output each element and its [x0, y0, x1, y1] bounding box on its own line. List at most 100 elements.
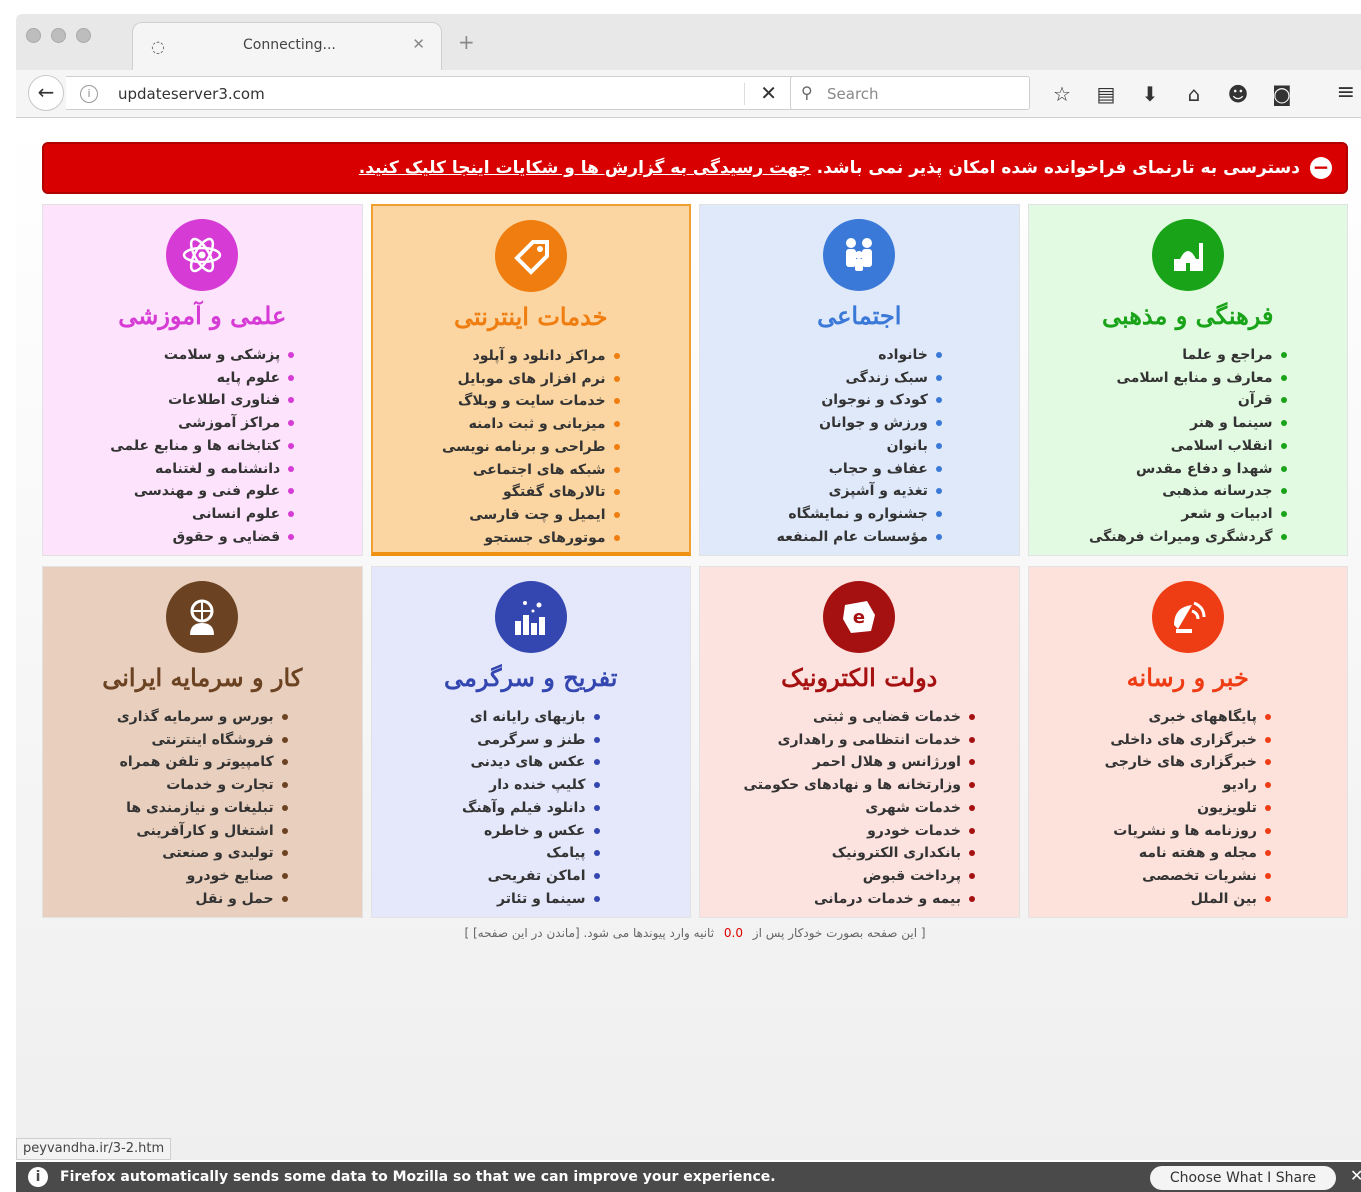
category-card[interactable]: اجتماعی خانواده سبک زندگی کودک و نوجوان ورزش…: [699, 204, 1020, 556]
category-link-label[interactable]: کتابخانه ها و منابع علمی: [110, 438, 280, 454]
category-title[interactable]: خبر و رسانه: [1029, 663, 1348, 692]
choose-what-i-share-button[interactable]: Choose What I Share: [1150, 1166, 1336, 1190]
category-link-label[interactable]: طنز و سرگرمی: [477, 732, 585, 748]
category-link-label[interactable]: قضایی و حقوق: [173, 529, 281, 545]
category-link[interactable]: کامپیوتر و تلفن همراه: [117, 751, 288, 774]
new-tab-icon[interactable]: +: [458, 30, 475, 54]
category-link[interactable]: خدمات سایت و وبلاگ: [442, 390, 620, 413]
search-placeholder[interactable]: Search: [827, 85, 879, 103]
category-link-label[interactable]: خدمات خودرو: [867, 823, 961, 839]
category-link[interactable]: جدرسانه مذهبی: [1089, 480, 1287, 503]
atom-icon[interactable]: [166, 219, 239, 291]
category-link-label[interactable]: خدمات سایت و وبلاگ: [458, 393, 606, 409]
category-link-label[interactable]: کامپیوتر و تلفن همراه: [120, 754, 274, 770]
category-link[interactable]: بیمه و خدمات درمانی: [744, 888, 975, 911]
category-link[interactable]: موتورهای جستجو: [442, 527, 620, 550]
category-link-label[interactable]: تلویزیون: [1197, 800, 1257, 816]
category-link[interactable]: حمل و نقل: [117, 888, 288, 911]
category-link[interactable]: اورژانس و هلال احمر: [744, 751, 975, 774]
hamburger-menu-icon[interactable]: ≡: [1337, 80, 1355, 105]
category-link[interactable]: بورس و سرمایه گذاری: [117, 706, 288, 729]
category-link-label[interactable]: دانشنامه و لغتنامه: [155, 461, 280, 477]
browser-tab[interactable]: ◌ Connecting... ✕: [132, 22, 442, 70]
category-link[interactable]: خبرگزاری های داخلی: [1105, 729, 1271, 752]
category-link[interactable]: خانواده: [777, 344, 942, 367]
category-link[interactable]: علوم پایه: [110, 367, 295, 390]
category-link[interactable]: خدمات شهری: [744, 797, 975, 820]
category-link[interactable]: بانوان: [777, 435, 942, 458]
category-link[interactable]: تولیدی و صنعتی: [117, 842, 288, 865]
category-link[interactable]: قرآن: [1089, 389, 1287, 412]
category-link[interactable]: مؤسسات عام المنفعه: [777, 526, 942, 549]
category-link[interactable]: سینما و هنر: [1089, 412, 1287, 435]
category-link[interactable]: گردشگری ومیراث فرهنگی: [1089, 526, 1287, 549]
category-link-label[interactable]: تولیدی و صنعتی: [162, 845, 273, 861]
category-link[interactable]: صنایع خودرو: [117, 865, 288, 888]
category-link[interactable]: پرداخت قبوض: [744, 865, 975, 888]
category-link[interactable]: طراحی و برنامه نویسی: [442, 436, 620, 459]
category-link-label[interactable]: کودک و نوجوان: [821, 392, 928, 408]
category-link-label[interactable]: پیامک: [546, 845, 585, 861]
category-link[interactable]: سبک زندگی: [777, 367, 942, 390]
close-window-icon[interactable]: [26, 28, 41, 43]
category-link[interactable]: میزبانی و ثبت دامنه: [442, 413, 620, 436]
countdown-suffix[interactable]: ثانیه وارد پیوندها می شود. [ماندن در این…: [464, 926, 714, 940]
category-link-label[interactable]: عفاف و حجاب: [829, 461, 928, 477]
category-link-label[interactable]: بانکداری الکترونیک: [832, 845, 961, 861]
category-link-label[interactable]: خدمات قضایی و ثبتی: [813, 709, 961, 725]
back-button[interactable]: ←: [28, 75, 64, 111]
category-title[interactable]: خدمات اینترنتی: [373, 302, 690, 331]
category-link-label[interactable]: بانوان: [887, 438, 928, 454]
category-link[interactable]: تلویزیون: [1105, 797, 1271, 820]
category-link-label[interactable]: گردشگری ومیراث فرهنگی: [1089, 529, 1273, 545]
url-bar[interactable]: i updateserver3.com ✕: [66, 76, 796, 110]
price-tag-icon[interactable]: [494, 220, 567, 292]
category-link-label[interactable]: سینما و هنر: [1190, 415, 1272, 431]
category-link-label[interactable]: مراجع و علما: [1182, 347, 1272, 363]
category-link[interactable]: خدمات قضایی و ثبتی: [744, 706, 975, 729]
category-link[interactable]: کلیپ خنده دار: [462, 774, 600, 797]
category-link-label[interactable]: اورژانس و هلال احمر: [813, 754, 961, 770]
category-link-label[interactable]: مراکز دانلود و آپلود: [473, 348, 606, 364]
home-icon[interactable]: ⌂: [1178, 80, 1210, 108]
url-text[interactable]: updateserver3.com: [118, 85, 265, 103]
category-link[interactable]: کتابخانه ها و منابع علمی: [110, 435, 295, 458]
category-link[interactable]: ادبیات و شعر: [1089, 503, 1287, 526]
category-link-label[interactable]: تجارت و خدمات: [166, 777, 273, 793]
mosque-icon[interactable]: [1151, 219, 1224, 291]
category-link[interactable]: دانشنامه و لغتنامه: [110, 458, 295, 481]
category-title[interactable]: کار و سرمایه ایرانی: [43, 663, 362, 692]
category-card[interactable]: e دولت الکترونیک خدمات قضایی و ثبتی خدمات ا…: [699, 566, 1020, 918]
download-icon[interactable]: ⬇: [1134, 80, 1166, 108]
category-link-label[interactable]: ورزش و جوانان: [819, 415, 928, 431]
category-link-label[interactable]: خانواده: [878, 347, 928, 363]
pocket-icon[interactable]: ◙: [1266, 80, 1298, 108]
category-link-label[interactable]: قرآن: [1238, 392, 1273, 408]
category-link[interactable]: نشریات تخصصی: [1105, 865, 1271, 888]
zoom-window-icon[interactable]: [76, 28, 91, 43]
category-link-label[interactable]: شبکه های اجتماعی: [473, 462, 606, 478]
category-link-label[interactable]: حمل و نقل: [195, 891, 273, 907]
category-link-label[interactable]: اشتغال و کارآفرینی: [136, 823, 273, 839]
category-link-label[interactable]: معارف و منابع اسلامی: [1117, 370, 1273, 386]
category-link[interactable]: معارف و منابع اسلامی: [1089, 367, 1287, 390]
category-link[interactable]: عفاف و حجاب: [777, 458, 942, 481]
category-link[interactable]: بازیهای رایانه ای: [462, 706, 600, 729]
category-link-label[interactable]: جشنواره و نمایشگاه: [788, 506, 927, 522]
category-link-label[interactable]: میزبانی و ثبت دامنه: [469, 416, 606, 432]
category-link[interactable]: پزشکی و سلامت: [110, 344, 295, 367]
iran-map-e-icon[interactable]: e: [823, 581, 896, 653]
category-link-label[interactable]: طراحی و برنامه نویسی: [442, 439, 606, 455]
category-title[interactable]: تفریح و سرگرمی: [372, 663, 691, 692]
category-title[interactable]: اجتماعی: [700, 301, 1019, 330]
category-link-label[interactable]: بورس و سرمایه گذاری: [117, 709, 274, 725]
category-link-label[interactable]: عکس های دیدنی: [471, 754, 586, 770]
category-link[interactable]: تجارت و خدمات: [117, 774, 288, 797]
category-link-label[interactable]: سبک زندگی: [845, 370, 927, 386]
category-link-label[interactable]: ایمیل و چت فارسی: [469, 507, 605, 523]
category-link[interactable]: خدمات خودرو: [744, 820, 975, 843]
category-link[interactable]: بین الملل: [1105, 888, 1271, 911]
category-link-label[interactable]: پایگاههای خبری: [1148, 709, 1256, 725]
category-link[interactable]: مراکز آموزشی: [110, 412, 295, 435]
category-link[interactable]: اماکن تفریحی: [462, 865, 600, 888]
